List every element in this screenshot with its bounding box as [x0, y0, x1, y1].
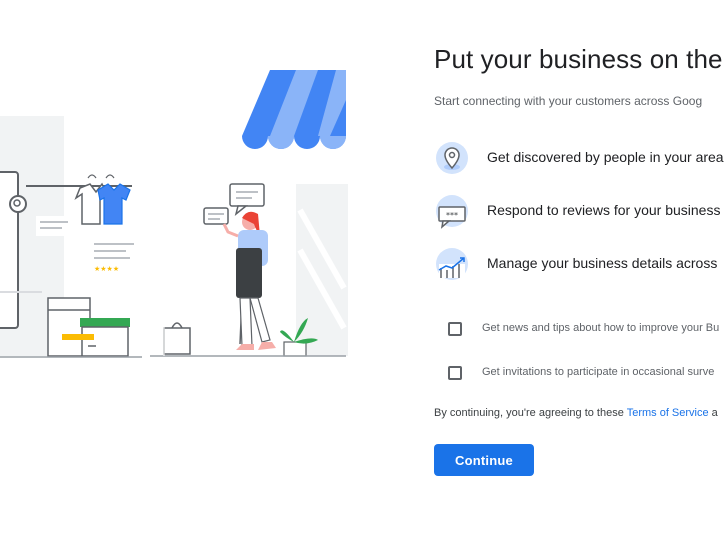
page-subtitle: Start connecting with your customers acr…	[434, 94, 703, 108]
checkbox-label: Get invitations to participate in occasi…	[482, 366, 715, 378]
terms-prefix: By continuing, you're agreeing to these	[434, 407, 627, 419]
feature-discovered: Get discovered by people in your area	[434, 140, 727, 176]
review-chat-icon: ***	[434, 193, 470, 229]
business-chart-icon	[434, 246, 470, 282]
terms-notice: By continuing, you're agreeing to these …	[434, 407, 718, 419]
surveys-checkbox[interactable]	[448, 366, 462, 380]
option-surveys[interactable]: Get invitations to participate in occasi…	[448, 364, 727, 384]
terms-of-service-link[interactable]: Terms of Service	[627, 407, 709, 419]
feature-reviews: *** Respond to reviews for your business	[434, 193, 727, 229]
storefront-illustration: ★★★★	[0, 70, 348, 358]
location-pin-icon	[434, 140, 470, 176]
feature-label: Respond to reviews for your business	[487, 202, 721, 218]
signup-panel: Put your business on the m Start connect…	[434, 0, 727, 545]
page-title: Put your business on the m	[434, 44, 727, 74]
feature-label: Get discovered by people in your area	[487, 149, 724, 165]
svg-text:***: ***	[446, 211, 458, 220]
terms-suffix: a	[708, 407, 718, 419]
option-news-tips[interactable]: Get news and tips about how to improve y…	[448, 320, 727, 340]
svg-text:★★★★: ★★★★	[94, 265, 119, 273]
news-tips-checkbox[interactable]	[448, 322, 462, 336]
checkbox-label: Get news and tips about how to improve y…	[482, 322, 720, 334]
feature-manage: Manage your business details across	[434, 246, 727, 282]
continue-button[interactable]: Continue	[434, 444, 534, 476]
feature-label: Manage your business details across	[487, 255, 718, 271]
